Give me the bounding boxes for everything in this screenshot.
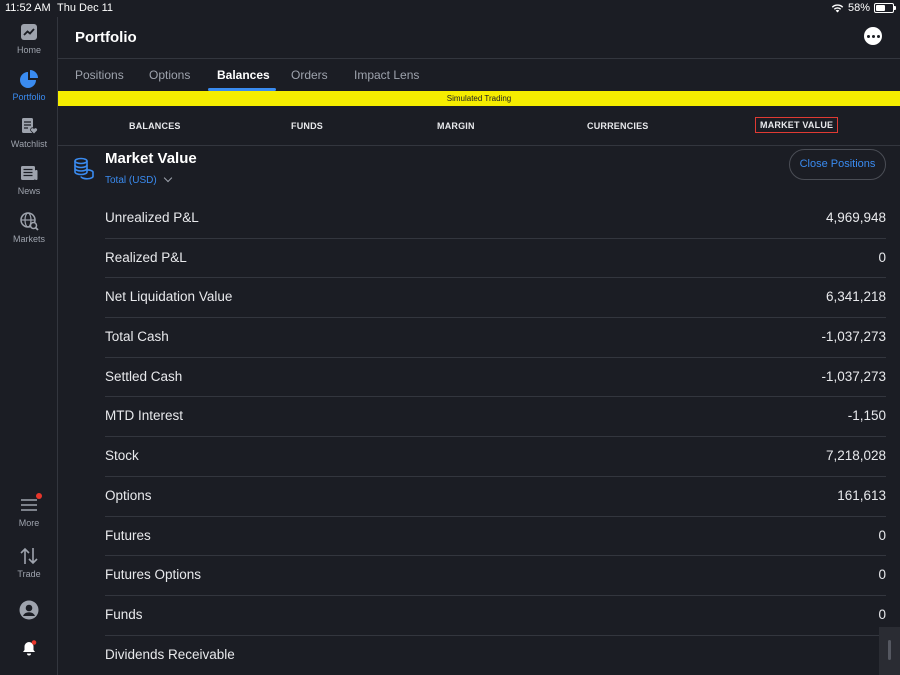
globe-search-icon: [20, 212, 39, 231]
tab-impact-lens[interactable]: Impact Lens: [354, 68, 419, 82]
simulated-trading-banner: Simulated Trading: [58, 91, 900, 106]
row-label: Settled Cash: [105, 368, 183, 384]
row-value: 161,613: [837, 487, 886, 503]
sidebar-item-trade[interactable]: Trade: [0, 546, 58, 579]
subtab-currencies[interactable]: CURRENCIES: [587, 121, 649, 131]
chevron-down-icon: [163, 173, 172, 183]
row-label: Options: [105, 487, 152, 503]
tab-orders[interactable]: Orders: [291, 68, 328, 82]
scroll-handle[interactable]: [888, 640, 891, 660]
section-title: Market Value: [105, 150, 197, 167]
row-label: Realized P&L: [105, 249, 187, 265]
row-value: -1,037,273: [821, 329, 886, 345]
sidebar: Home Portfolio Watchlist News Markets Mo…: [0, 17, 58, 675]
sidebar-item-markets[interactable]: Markets: [0, 211, 58, 244]
list-item: MTD Interest -1,150: [105, 397, 886, 438]
sidebar-item-account[interactable]: [0, 600, 58, 623]
list-item: Unrealized P&L 4,969,948: [105, 199, 886, 239]
balance-subtabs: BALANCES FUNDS MARGIN CURRENCIES MARKET …: [58, 106, 900, 146]
currency-label: Total (USD): [105, 175, 157, 186]
sidebar-item-label: News: [17, 186, 41, 196]
tab-options[interactable]: Options: [149, 68, 190, 82]
sidebar-item-label: Trade: [17, 569, 41, 579]
close-positions-button[interactable]: Close Positions: [789, 149, 886, 180]
subtab-funds[interactable]: FUNDS: [291, 121, 323, 131]
row-value: -1,037,273: [821, 368, 886, 384]
dot: [866, 34, 870, 38]
sidebar-item-label: Watchlist: [10, 139, 48, 149]
list-item: Dividends Receivable: [105, 636, 886, 675]
row-value: 0: [878, 527, 886, 543]
sidebar-item-notifications[interactable]: [0, 638, 58, 661]
sidebar-item-watchlist[interactable]: Watchlist: [0, 116, 58, 149]
sidebar-item-label: Markets: [12, 234, 45, 244]
row-value: 0: [878, 567, 886, 583]
top-header: Portfolio: [58, 17, 900, 59]
battery-percent: 58%: [847, 2, 870, 14]
list-item: Realized P&L 0: [105, 239, 886, 279]
row-value: 0: [878, 249, 886, 265]
page-title: Portfolio: [75, 29, 137, 46]
portfolio-tabs: Positions Options Balances Orders Impact…: [58, 59, 900, 91]
list-item: Stock 7,218,028: [105, 437, 886, 477]
row-label: Stock: [105, 448, 139, 464]
sidebar-item-label: Home: [16, 45, 41, 55]
list-item: Total Cash -1,037,273: [105, 318, 886, 358]
row-value: 4,969,948: [825, 210, 886, 225]
bell-icon: [23, 640, 37, 656]
chart-icon: [21, 24, 37, 40]
subtab-margin[interactable]: MARGIN: [437, 121, 475, 131]
row-label: Futures Options: [105, 567, 202, 583]
list-item: Options 161,613: [105, 477, 886, 517]
market-value-list: Unrealized P&L 4,969,948 Realized P&L 0 Net …: [105, 199, 886, 675]
tab-balances[interactable]: Balances: [217, 68, 270, 82]
news-icon: [21, 166, 38, 180]
list-item: Futures 0: [105, 517, 886, 557]
status-right: 58%: [831, 2, 896, 14]
sidebar-item-label: Portfolio: [12, 92, 46, 102]
row-label: MTD Interest: [105, 408, 184, 424]
currency-selector[interactable]: Total (USD): [105, 173, 172, 186]
row-value: 6,341,218: [825, 289, 886, 305]
dot: [871, 34, 875, 38]
sidebar-item-home[interactable]: Home: [0, 22, 58, 55]
list-item: Net Liquidation Value 6,341,218: [105, 278, 886, 319]
more-options-button[interactable]: [864, 27, 882, 45]
trade-arrows-icon: [20, 547, 38, 565]
battery-icon: [874, 3, 896, 13]
status-bar: 11:52 AM Thu Dec 11 58%: [0, 0, 900, 17]
sidebar-item-label: More: [18, 518, 40, 528]
row-value: -1,150: [847, 408, 886, 424]
row-label: Total Cash: [105, 329, 169, 345]
user-avatar-icon: [19, 600, 39, 620]
dot: [876, 34, 880, 38]
status-date: Thu Dec 11: [57, 2, 114, 14]
wifi-icon: [831, 4, 844, 13]
subtab-market-value[interactable]: MARKET VALUE: [755, 117, 839, 133]
list-item: Settled Cash -1,037,273: [105, 358, 886, 398]
notification-dot: [36, 493, 42, 499]
row-label: Futures: [105, 527, 151, 543]
row-value: 7,218,028: [825, 448, 886, 464]
sidebar-item-more[interactable]: More: [0, 493, 58, 528]
status-time: 11:52 AM: [5, 2, 51, 14]
row-label: Funds: [105, 606, 143, 622]
sidebar-item-portfolio[interactable]: Portfolio: [0, 69, 58, 102]
watchlist-icon: [22, 118, 38, 135]
pie-chart-icon: [20, 70, 38, 88]
row-label: Unrealized P&L: [105, 210, 199, 225]
list-item: Funds 0: [105, 596, 886, 636]
tab-positions[interactable]: Positions: [75, 68, 124, 82]
subtab-balances[interactable]: BALANCES: [129, 121, 181, 131]
sidebar-item-news[interactable]: News: [0, 163, 58, 196]
list-item: Futures Options 0: [105, 556, 886, 596]
row-value: 0: [878, 606, 886, 622]
coins-stack-icon: [74, 157, 94, 180]
row-label: Dividends Receivable: [105, 646, 235, 662]
row-label: Net Liquidation Value: [105, 289, 233, 305]
